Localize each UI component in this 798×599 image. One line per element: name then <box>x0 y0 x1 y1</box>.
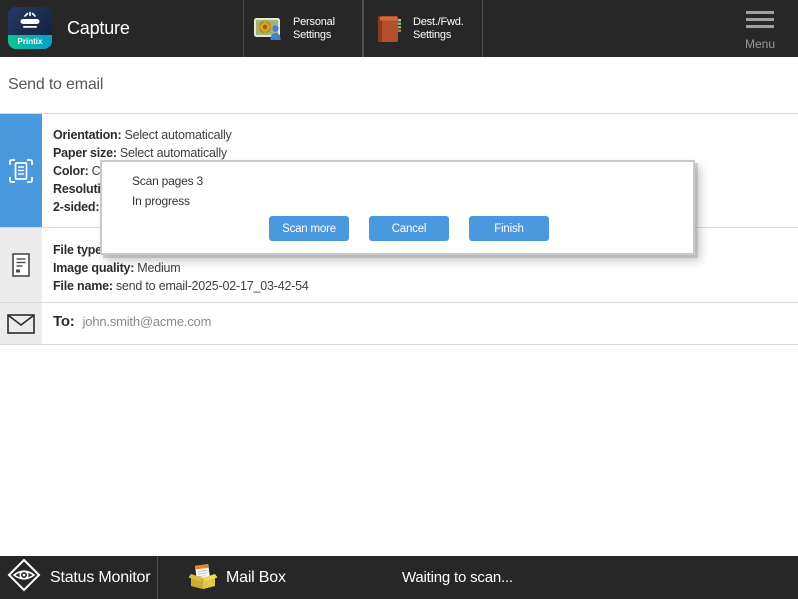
setting-file-name: File name:send to email-2025-02-17_03-42… <box>53 277 309 295</box>
scan-pages-count: Scan pages 3 <box>132 174 203 188</box>
capture-screen: Printix Capture Personal <box>0 0 798 599</box>
personal-settings-icon <box>253 13 285 45</box>
scanner-icon <box>18 11 42 33</box>
menu-button[interactable]: Menu <box>722 0 798 57</box>
file-document-icon <box>0 228 46 302</box>
mail-box-label: Mail Box <box>226 569 286 587</box>
mail-box-button[interactable]: Mail Box <box>158 556 286 599</box>
app-title: Capture <box>67 18 130 39</box>
dest-fwd-settings-button[interactable]: Dest./Fwd. Settings <box>363 0 483 57</box>
page-title: Send to email <box>0 57 798 113</box>
address-book-icon <box>373 13 405 45</box>
scan-more-button[interactable]: Scan more <box>269 216 349 241</box>
status-monitor-label: Status Monitor <box>50 569 150 587</box>
status-monitor-icon <box>7 558 41 597</box>
setting-image-quality: Image quality:Medium <box>53 259 309 277</box>
scan-document-icon <box>0 114 46 227</box>
recipient-content[interactable]: To:john.smith@acme.com <box>46 303 211 344</box>
status-monitor-button[interactable]: Status Monitor <box>0 556 157 599</box>
setting-orientation: Orientation:Select automatically <box>53 126 232 144</box>
hamburger-icon <box>746 11 774 32</box>
app-brand: Printix Capture <box>8 7 130 49</box>
recipient-email: To:john.smith@acme.com <box>53 313 211 331</box>
scan-progress-dialog: Scan pages 3 In progress Scan more Cance… <box>100 160 695 255</box>
mail-box-icon <box>188 562 218 594</box>
envelope-icon <box>0 303 46 344</box>
scan-progress-status: In progress <box>132 194 190 208</box>
printix-logo-label: Printix <box>8 35 52 49</box>
menu-label: Menu <box>745 37 775 51</box>
scan-status-text: Waiting to scan... <box>402 569 513 586</box>
finish-button[interactable]: Finish <box>469 216 549 241</box>
recipient-row: To:john.smith@acme.com <box>0 303 798 345</box>
personal-settings-label: Personal Settings <box>293 16 335 42</box>
topbar: Printix Capture Personal <box>0 0 798 57</box>
personal-settings-button[interactable]: Personal Settings <box>243 0 363 57</box>
printix-logo: Printix <box>8 7 52 49</box>
cancel-button[interactable]: Cancel <box>369 216 449 241</box>
dest-fwd-settings-label: Dest./Fwd. Settings <box>413 16 464 42</box>
bottombar: Status Monitor <box>0 556 798 599</box>
dialog-buttons: Scan more Cancel Finish <box>269 216 549 241</box>
